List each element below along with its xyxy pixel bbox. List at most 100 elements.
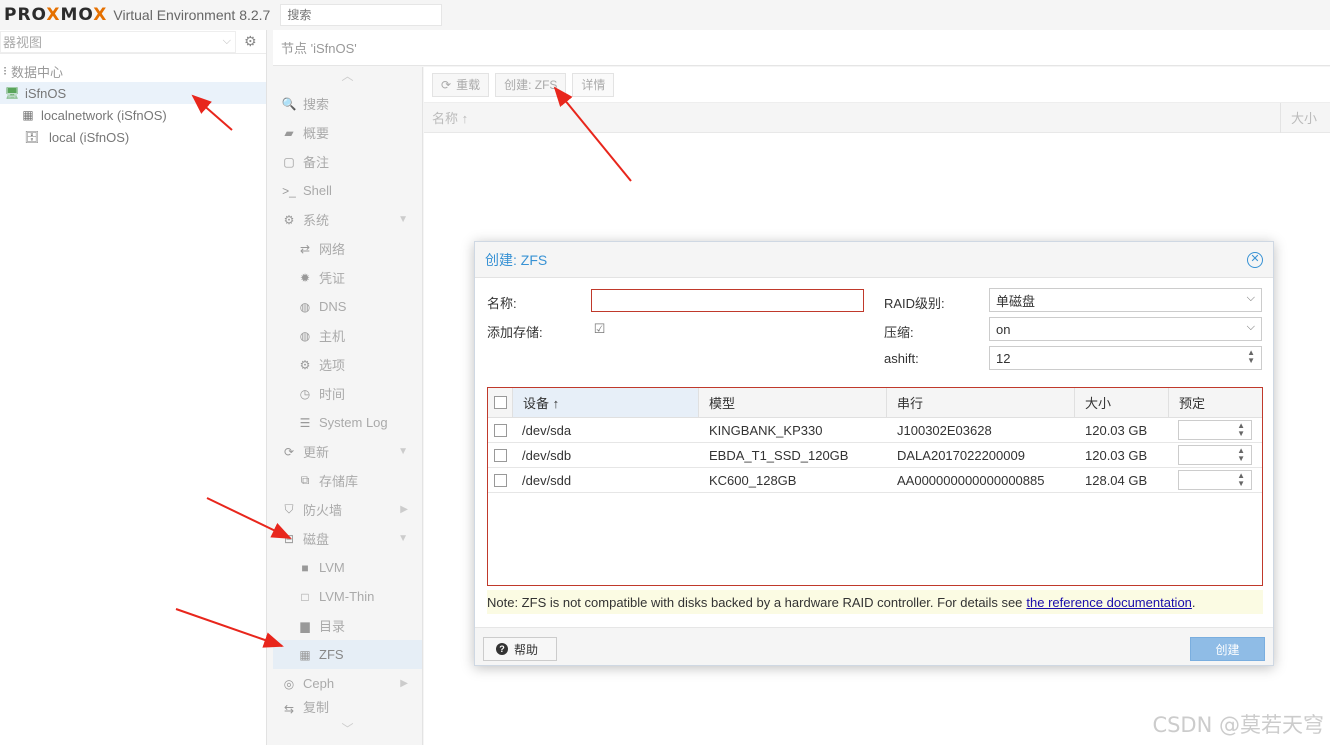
hdd-icon: ⊟ [283,531,295,546]
row-checkbox[interactable] [494,474,507,487]
name-label: 名称: [487,296,517,311]
list-icon: ☰ [299,415,311,430]
nav-item-firewall[interactable]: ⛉ 防火墙 ▶ [273,495,422,524]
grid-icon: ▦ [22,108,34,122]
datacenter-icon: ⁝ [3,64,7,78]
th-large-icon: ▦ [299,647,311,662]
nav-item-notes[interactable]: ▢ 备注 [273,147,422,176]
tree-item-local-storage[interactable]: 🗄 local (iSfnOS) [0,126,266,148]
scroll-down-icon[interactable]: ﹀ [273,720,422,742]
nav-item-shell[interactable]: >_ Shell [273,176,422,205]
tree-item-localnetwork[interactable]: ▦ localnetwork (iSfnOS) [0,104,266,126]
spinner-arrows-icon[interactable]: ▲ ▼ [1237,422,1245,438]
table-row[interactable]: /dev/sdb EBDA_T1_SSD_120GB DALA201702220… [488,443,1262,468]
serial-cell: DALA2017022200009 [897,447,1025,463]
model-cell: EBDA_T1_SSD_120GB [709,447,849,463]
nav-item-hosts[interactable]: ◍ 主机 [273,321,422,350]
nav-item-certificates[interactable]: ✹ 凭证 [273,263,422,292]
nav-item-ceph[interactable]: ◎ Ceph ▶ [273,669,422,698]
order-spinner[interactable]: ▲ ▼ [1178,445,1252,465]
files-icon: ⧉ [300,473,310,487]
order-spinner[interactable]: ▲ ▼ [1178,420,1252,440]
nav-item-updates[interactable]: ⟳ 更新 ▼ [273,437,422,466]
compression-label: 压缩: [884,325,914,340]
view-selector[interactable]: 器视图 ⌵ [0,30,236,53]
table-row[interactable]: /dev/sdd KC600_128GB AA00000000000000088… [488,468,1262,493]
nav-item-network[interactable]: ⇄ 网络 [273,234,422,263]
model-cell: KINGBANK_KP330 [709,422,823,438]
nav-item-time[interactable]: ◷ 时间 [273,379,422,408]
question-circle-icon: ? [496,643,508,655]
create-zfs-button[interactable]: 创建: ZFS [495,72,567,97]
nav-item-search[interactable]: 🔍 搜索 [273,89,422,118]
row-checkbox[interactable] [494,424,507,437]
raid-level-label: RAID级别: [884,296,945,311]
reference-docs-link[interactable]: the reference documentation [1026,595,1192,610]
select-all-checkbox[interactable] [494,396,507,409]
note-icon: ▢ [283,154,295,169]
view-selector-row: 器视图 ⌵ ⚙ [0,30,266,54]
spinner-arrows-icon[interactable]: ▲ ▼ [1247,349,1255,365]
nav-item-syslog[interactable]: ☰ System Log [273,408,422,437]
resource-tree: 器视图 ⌵ ⚙ ⁝ 数据中心 🖥 iSfnOS ▦ localnetwork (i… [0,30,267,745]
nav-item-replication[interactable]: ⇆ 复制 [273,698,422,716]
nav-item-lvm-thin[interactable]: □ LVM-Thin [273,582,422,611]
size-cell: 120.03 GB [1085,422,1148,438]
column-device[interactable]: 设备 ↑ [512,388,698,417]
node-nav-menu: ︿ 🔍 搜索 ▰ 概要 ▢ 备注 >_ Shell ⚙ 系统 ▼ ⇄ 网络 ✹ 凭证 ◍ DNS … [273,67,423,745]
nav-item-options[interactable]: ⚙ 选项 [273,350,422,379]
ashift-label: ashift: [884,351,919,366]
order-spinner[interactable]: ▲ ▼ [1178,470,1252,490]
scroll-up-icon[interactable]: ︿ [273,67,422,89]
table-row[interactable]: /dev/sda KINGBANK_KP330 J100302E03628 12… [488,418,1262,443]
column-size[interactable]: 大小 [1074,388,1168,417]
device-cell: /dev/sdb [522,447,572,463]
model-cell: KC600_128GB [709,472,797,488]
tree-item-datacenter[interactable]: ⁝ 数据中心 [0,60,266,82]
compression-select[interactable]: on ⌵ [989,317,1262,341]
nav-item-directory[interactable]: ▆ 目录 [273,611,422,640]
column-order[interactable]: 预定 [1168,388,1262,417]
retweet-icon: ⇆ [283,702,295,716]
nav-item-summary[interactable]: ▰ 概要 [273,118,422,147]
ashift-spinner[interactable]: 12 ▲ ▼ [989,346,1262,370]
folder-icon: ▆ [300,618,310,633]
add-storage-checkbox[interactable]: ☑ [593,322,606,336]
chevron-down-icon: ⌵ [222,34,231,47]
column-model[interactable]: 模型 [698,388,886,417]
node-breadcrumb: 节点 'iSfnOS' [273,30,1330,66]
help-button[interactable]: ? 帮助 [483,637,557,661]
refresh-icon: ⟳ [283,444,295,459]
nav-item-dns[interactable]: ◍ DNS [273,292,422,321]
nav-item-system[interactable]: ⚙ 系统 ▼ [273,205,422,234]
create-button[interactable]: 创建 [1190,637,1265,661]
chevron-down-icon: ⌵ [1246,292,1255,304]
column-serial[interactable]: 串行 [886,388,1074,417]
nav-item-zfs[interactable]: ▦ ZFS [273,640,422,669]
name-input[interactable] [591,289,864,312]
zfs-grid-header: 名称 ↑ 大小 [424,102,1330,133]
spinner-arrows-icon[interactable]: ▲ ▼ [1237,472,1245,488]
global-search-input[interactable] [280,3,443,26]
column-size[interactable]: 大小 [1280,102,1330,133]
chevron-right-icon: ▶ [400,678,408,689]
serial-cell: J100302E03628 [897,422,992,438]
tree-item-node[interactable]: 🖥 iSfnOS [0,82,266,104]
row-checkbox[interactable] [494,449,507,462]
nav-item-repositories[interactable]: ⧉ 存储库 [273,466,422,495]
search-icon: 🔍 [281,96,297,111]
detail-button[interactable]: 详情 [572,72,615,97]
gear-icon[interactable]: ⚙ [244,33,257,50]
nav-item-lvm[interactable]: ■ LVM [273,553,422,582]
close-icon[interactable]: ✕ [1247,252,1263,268]
refresh-icon: ⟳ [441,77,452,92]
reload-button[interactable]: ⟳ 重载 [432,72,490,97]
size-cell: 128.04 GB [1085,472,1148,488]
column-name[interactable]: 名称 ↑ [432,108,468,127]
chevron-down-icon: ▼ [398,214,408,225]
chevron-right-icon: ▶ [400,504,408,515]
dialog-title-bar: 创建: ZFS ✕ [475,242,1273,278]
spinner-arrows-icon[interactable]: ▲ ▼ [1237,447,1245,463]
nav-item-disks[interactable]: ⊟ 磁盘 ▼ [273,524,422,553]
raid-level-select[interactable]: 单磁盘 ⌵ [989,288,1262,312]
